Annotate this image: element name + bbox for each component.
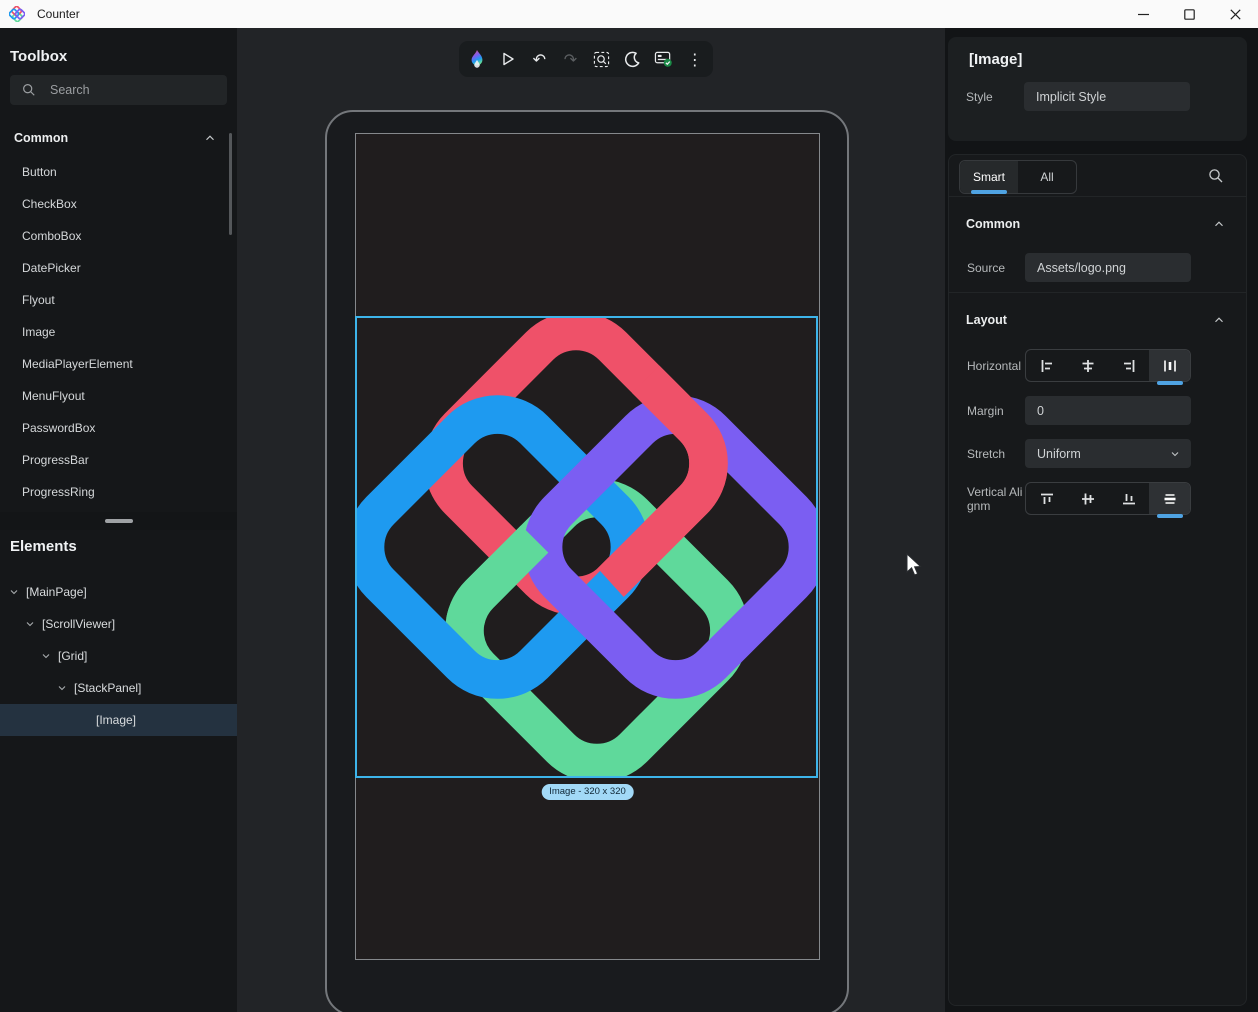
valign-stretch-button[interactable] xyxy=(1149,483,1190,514)
selected-element-card: [Image] Style Implicit Style xyxy=(948,37,1247,141)
halign-center-button[interactable] xyxy=(1067,350,1108,381)
source-label: Source xyxy=(967,261,1025,275)
toolbox-item-image[interactable]: Image xyxy=(0,316,231,348)
align-right-icon xyxy=(1121,358,1137,374)
tree-node-stackpanel[interactable]: [StackPanel] xyxy=(0,672,237,704)
minimize-button[interactable] xyxy=(1120,0,1166,28)
close-button[interactable] xyxy=(1212,0,1258,28)
elements-tree: [MainPage] [ScrollViewer] [Grid] [StackP… xyxy=(0,576,237,736)
toolbox-section-common[interactable]: Common xyxy=(0,124,231,152)
redo-icon[interactable]: ↷ xyxy=(557,46,583,72)
selected-alignment-indicator xyxy=(1157,381,1183,385)
toolbox-item-progressbar[interactable]: ProgressBar xyxy=(0,444,231,476)
elements-title: Elements xyxy=(10,538,77,555)
panel-splitter[interactable] xyxy=(0,512,237,530)
zoom-to-selection-icon[interactable] xyxy=(589,46,615,72)
tree-node-grid[interactable]: [Grid] xyxy=(0,640,237,672)
valign-bottom-button[interactable] xyxy=(1108,483,1149,514)
chevron-up-icon xyxy=(203,131,217,145)
selection-size-badge: Image - 320 x 320 xyxy=(541,784,634,800)
theme-moon-icon[interactable] xyxy=(620,46,646,72)
properties-search-icon[interactable] xyxy=(1208,168,1224,184)
device-frame: Image - 320 x 320 xyxy=(325,110,849,1012)
valign-top-button[interactable] xyxy=(1026,483,1067,514)
chevron-up-icon xyxy=(1212,313,1226,327)
toolbox-item-progressring[interactable]: ProgressRing xyxy=(0,476,231,508)
hot-design-flame-icon[interactable] xyxy=(464,46,490,72)
search-icon xyxy=(22,83,36,97)
margin-label: Margin xyxy=(967,404,1025,418)
undo-icon[interactable]: ↶ xyxy=(526,46,552,72)
toolbox-item-list: Button CheckBox ComboBox DatePicker Flyo… xyxy=(0,156,231,508)
toolbox-title: Toolbox xyxy=(0,28,237,65)
halign-stretch-button[interactable] xyxy=(1149,350,1190,381)
splitter-handle[interactable] xyxy=(105,519,133,523)
design-surface[interactable]: Image - 320 x 320 xyxy=(355,133,820,960)
design-canvas[interactable]: ↶ ↷ xyxy=(237,28,945,1012)
toolbox-item-combobox[interactable]: ComboBox xyxy=(0,220,231,252)
designer-toolbar: ↶ ↷ xyxy=(459,41,713,77)
style-label: Style xyxy=(966,90,1024,104)
align-top-icon xyxy=(1039,491,1055,507)
properties-card: Smart All Common xyxy=(948,154,1247,1006)
toolbox-item-flyout[interactable]: Flyout xyxy=(0,284,231,316)
toolbox-item-checkbox[interactable]: CheckBox xyxy=(0,188,231,220)
more-options-icon[interactable]: ⋮ xyxy=(682,46,708,72)
horizontal-alignment-label: Horizontal xyxy=(967,359,1025,373)
toolbox-item-mediaplayerelement[interactable]: MediaPlayerElement xyxy=(0,348,231,380)
tree-node-mainpage[interactable]: [MainPage] xyxy=(0,576,237,608)
stretch-label: Stretch xyxy=(967,447,1025,461)
source-input[interactable]: Assets/logo.png xyxy=(1025,253,1191,282)
chevron-down-icon[interactable] xyxy=(40,650,52,662)
toolbox-item-passwordbox[interactable]: PasswordBox xyxy=(0,412,231,444)
toolbox-item-button[interactable]: Button xyxy=(0,156,231,188)
tab-all[interactable]: All xyxy=(1018,161,1076,193)
toolbox-scrollbar[interactable] xyxy=(229,133,232,235)
selected-alignment-indicator xyxy=(1157,514,1183,518)
halign-right-button[interactable] xyxy=(1108,350,1149,381)
valign-center-button[interactable] xyxy=(1067,483,1108,514)
selected-image-element[interactable] xyxy=(355,316,818,778)
toolbox-search-input[interactable]: Search xyxy=(10,75,227,105)
align-center-icon xyxy=(1080,358,1096,374)
maximize-button[interactable] xyxy=(1166,0,1212,28)
play-icon[interactable] xyxy=(495,46,521,72)
active-tab-indicator xyxy=(971,190,1007,194)
chevron-down-icon[interactable] xyxy=(8,586,20,598)
logo-image xyxy=(357,318,816,776)
properties-tabs: Smart All xyxy=(959,160,1077,194)
chevron-down-icon xyxy=(1169,448,1181,460)
align-middle-icon xyxy=(1080,491,1096,507)
style-input[interactable]: Implicit Style xyxy=(1024,82,1190,111)
properties-panel: [Image] Style Implicit Style Smart All xyxy=(945,28,1258,1012)
titlebar: Counter xyxy=(0,0,1258,28)
vertical-alignment-control xyxy=(1025,482,1191,515)
toolbox-search-placeholder: Search xyxy=(50,83,90,97)
vertical-alignment-label: Vertical Alignm xyxy=(967,485,1025,513)
chevron-down-icon[interactable] xyxy=(24,618,36,630)
tree-node-image-selected[interactable]: [Image] xyxy=(0,704,237,736)
align-left-icon xyxy=(1039,358,1055,374)
margin-input[interactable]: 0 xyxy=(1025,396,1191,425)
align-stretch-vertical-icon xyxy=(1162,491,1178,507)
app-logo-icon xyxy=(9,6,25,22)
align-bottom-icon xyxy=(1121,491,1137,507)
mouse-cursor xyxy=(903,553,925,579)
toolbox-item-menuflyout[interactable]: MenuFlyout xyxy=(0,380,231,412)
tab-smart[interactable]: Smart xyxy=(960,161,1018,193)
stretch-dropdown[interactable]: Uniform xyxy=(1025,439,1191,468)
horizontal-alignment-control xyxy=(1025,349,1191,382)
section-layout-header[interactable]: Layout xyxy=(949,305,1246,335)
window-title: Counter xyxy=(37,7,80,21)
chevron-up-icon xyxy=(1212,217,1226,231)
toolbox-item-datepicker[interactable]: DatePicker xyxy=(0,252,231,284)
changes-checklist-icon[interactable] xyxy=(651,46,677,72)
chevron-down-icon[interactable] xyxy=(56,682,68,694)
tree-node-scrollviewer[interactable]: [ScrollViewer] xyxy=(0,608,237,640)
halign-left-button[interactable] xyxy=(1026,350,1067,381)
align-stretch-icon xyxy=(1162,358,1178,374)
toolbox-panel: Toolbox Search Common Button CheckBox Co… xyxy=(0,28,237,1012)
selected-element-title: [Image] xyxy=(948,37,1247,68)
section-common-header[interactable]: Common xyxy=(949,209,1246,239)
